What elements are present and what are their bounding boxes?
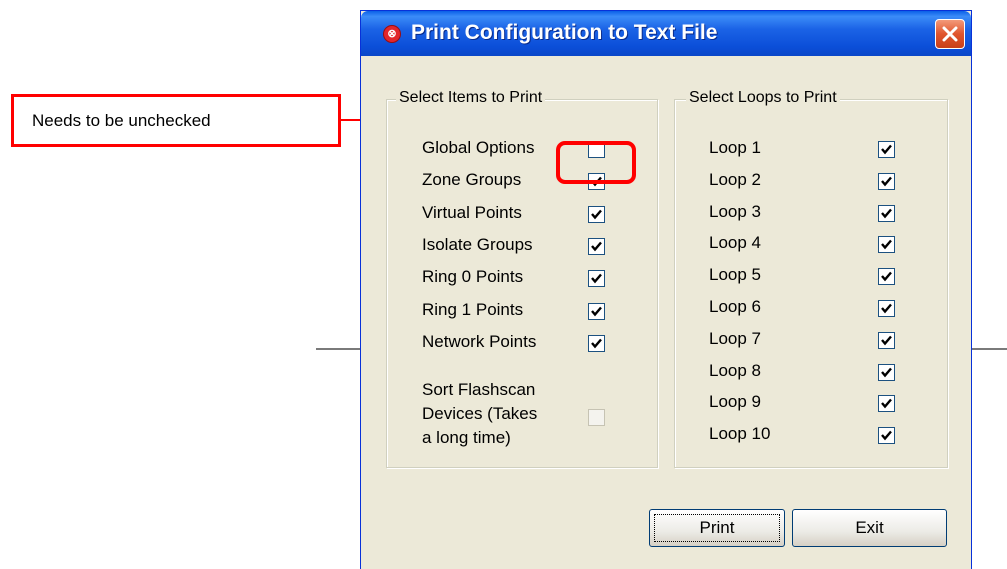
checkmark-icon — [591, 273, 602, 284]
loop-checkbox[interactable] — [878, 236, 895, 254]
sort-flashscan-checkbox[interactable] — [588, 409, 605, 426]
dialog-title: Print Configuration to Text File — [411, 21, 718, 44]
loop-checkbox[interactable] — [878, 395, 895, 413]
item-checkbox[interactable] — [588, 302, 605, 320]
item-label: Virtual Points — [422, 202, 522, 222]
checkmark-icon — [881, 176, 892, 187]
loop-label: Loop 2 — [709, 169, 761, 189]
loop-label: Loop 8 — [709, 360, 761, 380]
item-checkbox[interactable] — [588, 270, 605, 288]
item-checkbox[interactable] — [588, 334, 605, 352]
loop-label: Loop 1 — [709, 138, 761, 157]
checkmark-icon — [591, 241, 602, 252]
loop-label: Loop 10 — [709, 424, 771, 444]
item-checkbox[interactable] — [588, 205, 605, 223]
checkmark-icon — [881, 144, 892, 155]
item-label: Ring 1 Points — [422, 299, 524, 319]
dialog-client-area: Select Items to Print Global Options Zone… — [366, 56, 966, 569]
items-group-legend: Select Items to Print — [396, 89, 546, 107]
exit-button-label: Exit — [855, 518, 884, 537]
loop-checkbox[interactable] — [878, 268, 895, 286]
exit-button[interactable]: Exit — [792, 509, 947, 547]
checkmark-icon — [591, 306, 602, 316]
checkmark-icon — [881, 335, 892, 346]
loop-label: Loop 5 — [709, 265, 761, 285]
item-label: Zone Groups — [422, 170, 522, 190]
loop-checkbox[interactable] — [878, 300, 895, 317]
sort-label-line-1: Sort Flashscan — [422, 380, 536, 399]
checkmark-icon — [881, 367, 892, 377]
close-button[interactable] — [935, 19, 965, 49]
loop-label: Loop 3 — [709, 201, 761, 221]
background-line-right — [972, 348, 1007, 350]
print-button[interactable]: Print — [649, 509, 785, 547]
checkmark-icon — [881, 399, 892, 409]
checkmark-icon — [881, 240, 892, 250]
titlebar[interactable]: ⊗ Print Configuration to Text File — [361, 11, 971, 56]
loop-checkbox[interactable] — [878, 141, 895, 158]
item-label: Isolate Groups — [422, 234, 533, 254]
checkmark-icon — [591, 338, 602, 349]
loops-group-legend: Select Loops to Print — [686, 89, 840, 107]
loop-label: Loop 9 — [709, 392, 761, 412]
checkmark-icon — [881, 271, 892, 282]
sort-label-line-3: a long time) — [422, 428, 511, 447]
item-checkbox[interactable] — [588, 237, 605, 255]
background-line-left — [316, 348, 360, 350]
highlight-box — [556, 141, 636, 184]
loop-checkbox[interactable] — [878, 172, 895, 190]
loop-label: Loop 6 — [709, 297, 761, 316]
app-icon: ⊗ — [383, 25, 401, 43]
loop-checkbox[interactable] — [878, 363, 895, 381]
print-config-dialog: ⊗ Print Configuration to Text File Selec… — [360, 10, 972, 569]
focus-rect — [654, 514, 780, 542]
item-label: Global Options — [422, 138, 535, 157]
close-icon — [942, 26, 958, 42]
loop-label: Loop 7 — [709, 328, 761, 348]
checkmark-icon — [591, 209, 602, 219]
item-label: Network Points — [422, 331, 537, 351]
select-loops-group: Select Loops to Print Loop 1 Loop 2 Loop 3… — [674, 89, 948, 468]
checkmark-icon — [881, 303, 892, 314]
callout-text: Needs to be unchecked — [32, 110, 211, 130]
loop-label: Loop 4 — [709, 233, 761, 253]
sort-label-line-2: Devices (Takes — [422, 404, 538, 423]
annotation-callout: Needs to be unchecked — [11, 94, 341, 147]
loop-checkbox[interactable] — [878, 204, 895, 222]
checkmark-icon — [881, 208, 892, 218]
loop-checkbox[interactable] — [878, 427, 895, 445]
loop-checkbox[interactable] — [878, 331, 895, 349]
item-label: Ring 0 Points — [422, 267, 524, 287]
checkmark-icon — [881, 430, 892, 441]
